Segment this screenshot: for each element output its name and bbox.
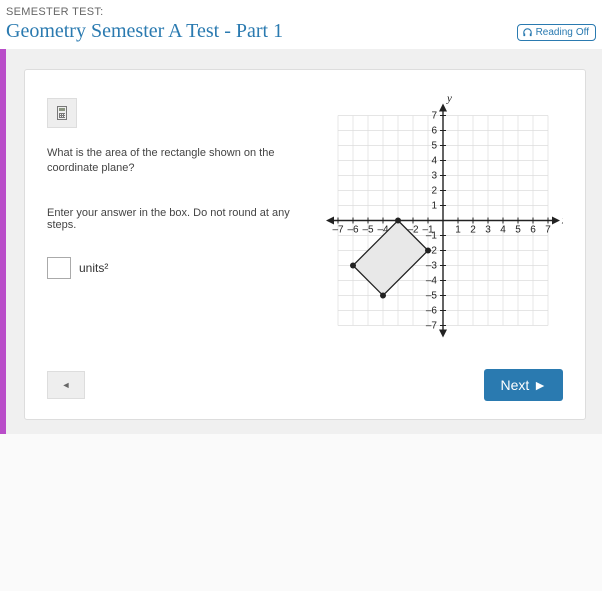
svg-text:–7: –7 [332, 225, 344, 236]
svg-text:–1: –1 [426, 231, 438, 242]
svg-text:–4: –4 [426, 276, 438, 287]
question-instruction: Enter your answer in the box. Do not rou… [47, 207, 307, 231]
calculator-button[interactable] [47, 98, 77, 128]
svg-text:–5: –5 [426, 291, 438, 302]
svg-text:4: 4 [500, 225, 506, 236]
svg-text:6: 6 [530, 225, 536, 236]
svg-text:–6: –6 [347, 225, 359, 236]
svg-text:–3: –3 [426, 261, 438, 272]
svg-text:x: x [561, 215, 563, 227]
breadcrumb-subtitle: SEMESTER TEST: [6, 6, 596, 18]
headphones-icon [522, 27, 533, 38]
reading-toggle[interactable]: Reading Off [517, 24, 596, 41]
svg-text:2: 2 [431, 186, 437, 197]
question-card: What is the area of the rectangle shown … [24, 69, 586, 420]
coordinate-plane: –7–6–5–4–3–2–11234567–7–6–5–4–3–2–112345… [323, 96, 563, 345]
svg-text:2: 2 [470, 225, 476, 236]
svg-text:3: 3 [485, 225, 491, 236]
svg-text:–7: –7 [426, 321, 438, 332]
svg-text:y: y [446, 96, 452, 105]
question-prompt: What is the area of the rectangle shown … [47, 146, 307, 177]
svg-text:5: 5 [431, 141, 437, 152]
page-title: Geometry Semester A Test - Part 1 [6, 20, 596, 43]
svg-text:–6: –6 [426, 306, 438, 317]
svg-text:1: 1 [431, 201, 437, 212]
prev-button[interactable]: ◄ [47, 371, 85, 399]
svg-text:7: 7 [431, 111, 437, 122]
svg-text:1: 1 [455, 225, 461, 236]
svg-text:3: 3 [431, 171, 437, 182]
svg-text:6: 6 [431, 126, 437, 137]
calculator-icon [57, 106, 67, 120]
answer-units: units² [79, 261, 108, 275]
svg-text:4: 4 [431, 156, 437, 167]
svg-text:–5: –5 [362, 225, 374, 236]
reading-label: Reading [536, 27, 573, 38]
next-button[interactable]: Next ► [484, 369, 563, 401]
svg-text:5: 5 [515, 225, 521, 236]
answer-input[interactable] [47, 257, 71, 279]
reading-state: Off [576, 27, 589, 38]
svg-text:7: 7 [545, 225, 551, 236]
